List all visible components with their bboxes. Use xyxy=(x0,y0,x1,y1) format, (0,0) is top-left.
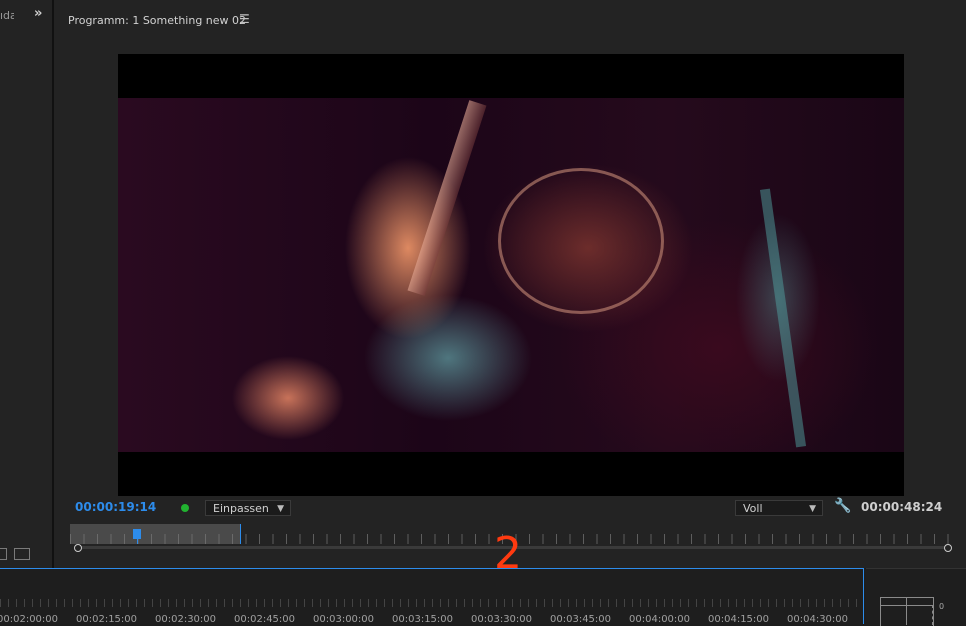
timeline-time-label: 00:04:30:00 xyxy=(787,614,849,625)
playhead-handle[interactable] xyxy=(133,529,141,539)
trombone-bell-shape xyxy=(498,168,664,314)
zoom-fit-value: Einpassen xyxy=(213,502,269,515)
timeline-time-label: 00:04:15:00 xyxy=(708,614,770,625)
out-point-marker[interactable] xyxy=(240,524,241,544)
video-frame xyxy=(118,98,904,452)
resolution-value: Voll xyxy=(743,502,763,515)
timeline-time-label: 00:02:00:00 xyxy=(0,614,59,625)
playback-resolution-dropdown[interactable]: Voll ▼ xyxy=(735,500,823,516)
timeline-time-label: 00:03:00:00 xyxy=(313,614,375,625)
zoom-handle-left[interactable] xyxy=(74,544,82,552)
chevron-down-icon: ▼ xyxy=(809,504,816,514)
double-chevron-right-icon[interactable]: » xyxy=(34,6,42,21)
wrench-icon[interactable]: 🔧 xyxy=(834,498,851,514)
audio-meter-box xyxy=(880,597,934,626)
audio-meter-divider xyxy=(906,597,907,625)
timeline-time-label: 00:03:45:00 xyxy=(550,614,612,625)
monitor-controls: 00:00:19:14 Einpassen ▼ Voll ▼ 🔧 00:00:4… xyxy=(54,498,966,520)
timeline-ruler-ticks xyxy=(0,599,862,607)
timeline-time-label: 00:03:15:00 xyxy=(392,614,454,625)
status-dot-icon xyxy=(181,504,189,512)
audio-meter-panel: 0 xyxy=(866,568,966,626)
program-monitor-title[interactable]: Programm: 1 Something new 02 xyxy=(68,14,246,27)
trombone-slide-shape xyxy=(407,100,487,296)
list-view-icon[interactable] xyxy=(0,548,7,560)
timeline-time-label: 00:02:45:00 xyxy=(234,614,296,625)
zoom-handle-right[interactable] xyxy=(944,544,952,552)
program-monitor: Programm: 1 Something new 02 ☰ 00:00:19:… xyxy=(54,0,966,568)
timeline-panel[interactable]: 00:02:00:00 00:02:15:00 00:02:30:00 00:0… xyxy=(0,568,864,625)
timeline-time-label: 00:02:15:00 xyxy=(76,614,138,625)
timeline-time-label: 00:03:30:00 xyxy=(471,614,533,625)
export-icon[interactable] xyxy=(14,548,30,560)
timeline-time-label: 00:04:00:00 xyxy=(629,614,691,625)
zoom-fit-dropdown[interactable]: Einpassen ▼ xyxy=(205,500,291,516)
video-viewer[interactable] xyxy=(118,54,904,496)
chevron-down-icon: ▼ xyxy=(277,504,284,514)
project-panel: ıda » xyxy=(0,0,54,568)
timeline-time-label: 00:02:30:00 xyxy=(155,614,217,625)
audio-meter-zero-label: 0 xyxy=(939,602,945,611)
mic-stand-shape xyxy=(759,188,807,448)
hamburger-menu-icon[interactable]: ☰ xyxy=(239,12,250,26)
audio-meter-scale xyxy=(932,605,935,625)
duration-timecode: 00:00:48:24 xyxy=(861,500,943,514)
panel-title-truncated: ıda xyxy=(0,9,14,22)
current-timecode[interactable]: 00:00:19:14 xyxy=(75,500,156,514)
